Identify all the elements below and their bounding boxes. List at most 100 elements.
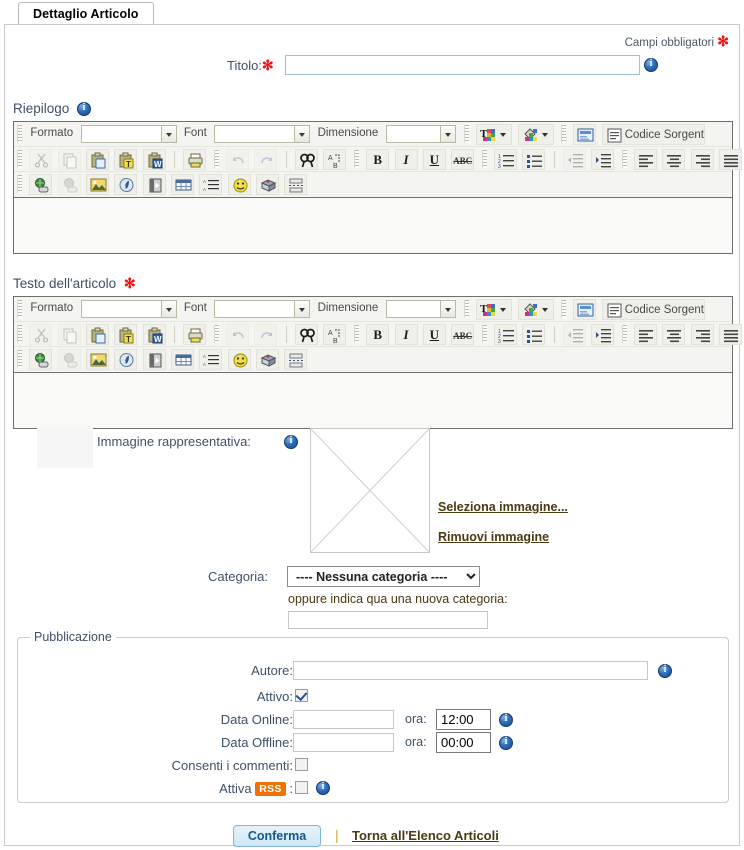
date-online-time-input[interactable] — [436, 709, 491, 730]
info-icon[interactable] — [499, 713, 513, 727]
toolbar-grip-icon[interactable] — [353, 150, 359, 168]
align-left-icon[interactable] — [633, 149, 657, 170]
strikethrough-icon[interactable]: ABC — [451, 149, 475, 170]
category-select[interactable]: ---- Nessuna categoria ---- — [287, 566, 480, 587]
insert-horizontal-rule-icon[interactable]: AA — [199, 174, 223, 195]
italic-icon[interactable]: I — [394, 324, 418, 345]
outdent-icon[interactable] — [562, 324, 586, 345]
date-online-input[interactable] — [293, 710, 394, 729]
undo-icon[interactable] — [226, 324, 250, 345]
print-icon[interactable] — [183, 149, 207, 170]
bold-icon[interactable]: B — [366, 149, 390, 170]
back-to-article-list-link[interactable]: Torna all'Elenco Articoli — [352, 828, 499, 843]
paste-text-icon[interactable]: T — [114, 149, 138, 170]
font-select[interactable] — [214, 125, 311, 143]
paste-icon[interactable] — [86, 149, 110, 170]
underline-icon[interactable]: U — [422, 149, 446, 170]
text-color-button[interactable]: T — [476, 124, 513, 145]
redo-icon[interactable] — [254, 149, 278, 170]
paste-word-icon[interactable]: W — [142, 324, 166, 345]
dimensione-select[interactable] — [385, 125, 456, 143]
source-code-button[interactable]: Codice Sorgente — [601, 124, 705, 145]
insert-link-icon[interactable] — [29, 349, 53, 370]
align-right-icon[interactable] — [690, 149, 714, 170]
select-image-link[interactable]: Seleziona immagine... — [438, 500, 568, 514]
unlink-icon[interactable] — [57, 349, 81, 370]
info-icon[interactable] — [77, 102, 92, 116]
toolbar-grip-icon[interactable] — [463, 125, 469, 143]
rss-checkbox[interactable] — [295, 781, 308, 794]
insert-link-icon[interactable] — [29, 174, 53, 195]
riepilogo-content-area[interactable] — [14, 197, 732, 253]
info-icon[interactable] — [499, 736, 513, 750]
remove-image-link[interactable]: Rimuovi immagine — [438, 530, 549, 544]
toolbar-grip-icon[interactable] — [17, 150, 22, 168]
unordered-list-icon[interactable] — [522, 149, 546, 170]
print-icon[interactable] — [183, 324, 207, 345]
insert-media-icon[interactable] — [142, 174, 166, 195]
toolbar-grip-icon[interactable] — [481, 325, 487, 343]
formato-select[interactable] — [80, 125, 177, 143]
align-center-icon[interactable] — [662, 149, 686, 170]
underline-icon[interactable]: U — [422, 324, 446, 345]
find-icon[interactable] — [295, 149, 319, 170]
toolbar-grip-icon[interactable] — [17, 300, 22, 318]
replace-icon[interactable]: AB — [323, 324, 347, 345]
active-checkbox[interactable] — [295, 689, 308, 702]
info-icon[interactable] — [284, 435, 298, 449]
insert-special-char-icon[interactable] — [256, 349, 280, 370]
dimensione-select[interactable] — [385, 300, 456, 318]
align-right-icon[interactable] — [690, 324, 714, 345]
ordered-list-icon[interactable]: 123 — [493, 149, 517, 170]
background-color-button[interactable] — [517, 124, 554, 145]
insert-page-break-icon[interactable] — [284, 174, 308, 195]
cut-icon[interactable] — [29, 324, 53, 345]
insert-horizontal-rule-icon[interactable]: AA — [199, 349, 223, 370]
insert-image-icon[interactable] — [86, 349, 110, 370]
title-input[interactable] — [285, 55, 640, 75]
toolbar-grip-icon[interactable] — [17, 125, 22, 143]
insert-flash-icon[interactable] — [114, 174, 138, 195]
outdent-icon[interactable] — [562, 149, 586, 170]
unlink-icon[interactable] — [57, 174, 81, 195]
redo-icon[interactable] — [254, 324, 278, 345]
insert-smiley-icon[interactable] — [227, 174, 251, 195]
insert-special-char-icon[interactable] — [256, 174, 280, 195]
toolbar-grip-icon[interactable] — [17, 350, 22, 368]
align-left-icon[interactable] — [633, 324, 657, 345]
toolbar-grip-icon[interactable] — [463, 300, 469, 318]
ordered-list-icon[interactable]: 123 — [493, 324, 517, 345]
toolbar-grip-icon[interactable] — [213, 325, 219, 343]
insert-table-icon[interactable] — [171, 349, 195, 370]
info-icon[interactable] — [658, 664, 672, 678]
align-center-icon[interactable] — [662, 324, 686, 345]
toolbar-grip-icon[interactable] — [17, 175, 22, 193]
toolbar-grip-icon[interactable] — [621, 150, 627, 168]
image-preview-box[interactable] — [310, 428, 430, 553]
insert-smiley-icon[interactable] — [227, 349, 251, 370]
replace-icon[interactable]: AB — [323, 149, 347, 170]
toolbar-grip-icon[interactable] — [561, 125, 567, 143]
info-icon[interactable] — [644, 58, 658, 72]
insert-page-break-icon[interactable] — [284, 349, 308, 370]
text-color-button[interactable]: T — [476, 299, 513, 320]
toolbar-grip-icon[interactable] — [481, 150, 487, 168]
tab-dettaglio-articolo[interactable]: Dettaglio Articolo — [18, 2, 154, 25]
toolbar-grip-icon[interactable] — [561, 300, 567, 318]
insert-table-icon[interactable] — [171, 174, 195, 195]
toolbar-grip-icon[interactable] — [621, 325, 627, 343]
strikethrough-icon[interactable]: ABC — [451, 324, 475, 345]
paste-text-icon[interactable]: T — [114, 324, 138, 345]
copy-icon[interactable] — [57, 324, 81, 345]
insert-media-icon[interactable] — [142, 349, 166, 370]
new-category-input[interactable] — [288, 611, 488, 629]
copy-icon[interactable] — [57, 149, 81, 170]
insert-image-icon[interactable] — [86, 174, 110, 195]
templates-button[interactable] — [573, 299, 597, 320]
source-code-button[interactable]: Codice Sorgente — [601, 299, 705, 320]
align-justify-icon[interactable] — [718, 149, 742, 170]
paste-word-icon[interactable]: W — [142, 149, 166, 170]
indent-icon[interactable] — [591, 324, 615, 345]
toolbar-grip-icon[interactable] — [17, 325, 22, 343]
templates-button[interactable] — [573, 124, 597, 145]
